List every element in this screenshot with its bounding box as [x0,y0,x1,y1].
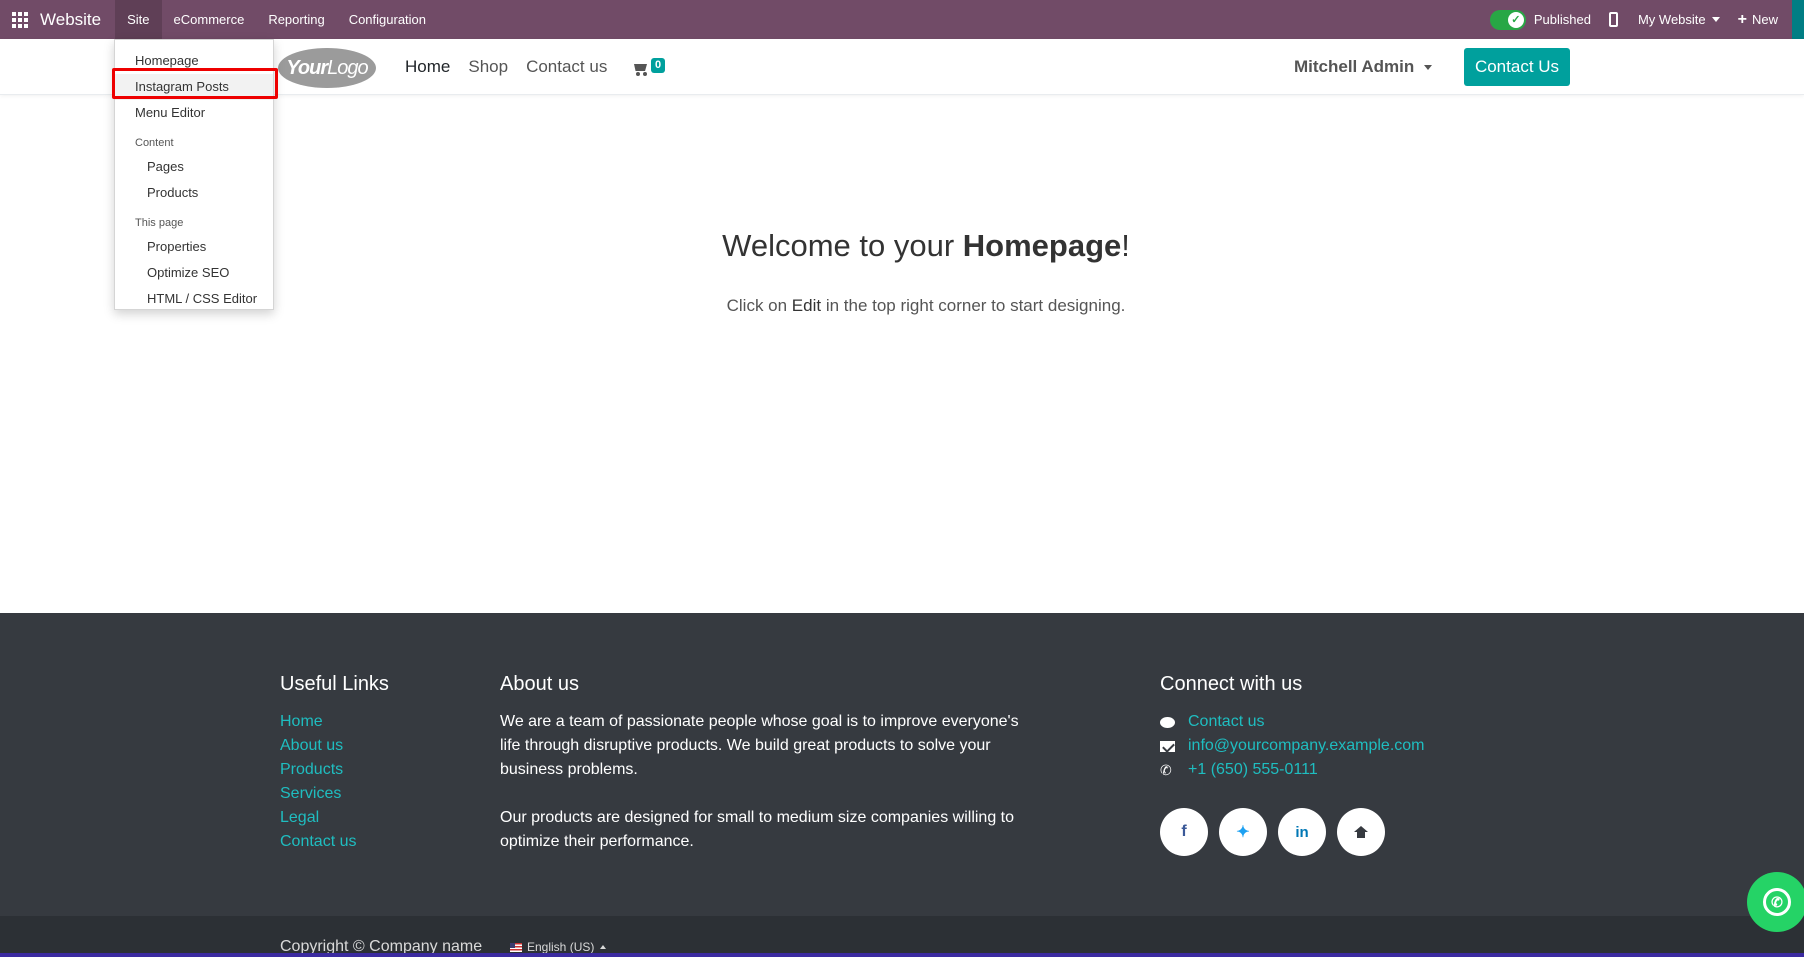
nav-contact-us[interactable]: Contact us [517,57,616,77]
footer-link-home[interactable]: Home [280,710,389,734]
contact-us-button[interactable]: Contact Us [1464,48,1570,86]
about-us-title: About us [500,673,579,695]
dropdown-item-products[interactable]: Products [115,180,273,206]
dropdown-item-instagram-posts[interactable]: Instagram Posts [115,74,273,100]
dropdown-header-this-page: This page [135,217,184,229]
whatsapp-button[interactable]: ✆ [1747,872,1804,932]
chevron-up-icon [600,945,607,949]
footer-link-products[interactable]: Products [280,758,389,782]
envelope-icon [1160,740,1175,752]
menu-site[interactable]: Site [115,0,162,39]
dropdown-item-pages[interactable]: Pages [115,154,273,180]
website-selector[interactable]: My Website [1638,12,1720,27]
app-name[interactable]: Website [40,10,115,30]
dropdown-header-content: Content [135,137,174,149]
footer-link-legal[interactable]: Legal [280,806,389,830]
contact-us-link[interactable]: Contact us [1188,710,1264,734]
nav-shop[interactable]: Shop [459,57,517,77]
new-label: New [1751,12,1778,27]
phone-link[interactable]: +1 (650) 555-0111 [1188,758,1318,782]
bottom-edge [0,953,1804,957]
chevron-down-icon [1424,64,1433,70]
chat-icon [1160,716,1175,728]
connect-title: Connect with us [1160,673,1303,695]
dropdown-item-homepage[interactable]: Homepage [115,48,273,74]
published-label: Published [1533,12,1591,27]
mobile-preview-icon[interactable] [1608,12,1618,27]
menu-reporting[interactable]: Reporting [256,0,336,39]
email-link[interactable]: info@yourcompany.example.com [1188,734,1425,758]
useful-links-title: Useful Links [280,673,389,695]
copyright-bar: Copyright © Company name English (US) [0,916,1804,957]
footer: Useful Links Home About us Products Serv… [0,613,1804,916]
new-button[interactable]: + New [1738,11,1778,29]
contact-row[interactable]: Contact us [1160,710,1425,734]
dropdown-item-menu-editor[interactable]: Menu Editor [115,100,273,126]
odoo-navbar: Website Site eCommerce Reporting Configu… [0,0,1804,39]
site-dropdown-menu: Homepage Instagram Posts Menu Editor Con… [114,39,274,310]
chevron-down-icon [1711,17,1720,22]
dropdown-item-properties[interactable]: Properties [115,234,273,260]
phone-row[interactable]: ✆ +1 (650) 555-0111 [1160,758,1425,782]
about-us-paragraph-2: Our products are designed for small to m… [500,809,1015,850]
footer-link-contact-us[interactable]: Contact us [280,830,389,854]
twitter-icon[interactable]: ✦ [1219,808,1267,856]
dropdown-item-html-css-editor[interactable]: HTML / CSS Editor [115,286,273,312]
cart-icon [632,62,648,76]
menu-configuration[interactable]: Configuration [337,0,438,39]
language-selector[interactable]: English (US) [510,940,607,954]
about-us-section: About us We are a team of passionate peo… [500,673,1020,878]
apps-menu-icon[interactable] [0,0,40,39]
user-name: Mitchell Admin [1294,57,1415,76]
about-us-paragraph-1: We are a team of passionate people whose… [500,713,1019,778]
cart-link[interactable]: 0 [632,58,666,76]
useful-links-section: Useful Links Home About us Products Serv… [280,673,389,854]
nav-home[interactable]: Home [396,57,459,77]
home-icon[interactable] [1337,808,1385,856]
social-links: f ✦ in [1160,808,1425,856]
email-row[interactable]: info@yourcompany.example.com [1160,734,1425,758]
footer-link-services[interactable]: Services [280,782,389,806]
phone-icon: ✆ [1160,762,1172,778]
facebook-icon[interactable]: f [1160,808,1208,856]
footer-link-about-us[interactable]: About us [280,734,389,758]
edit-panel-edge[interactable] [1792,0,1804,39]
dropdown-item-optimize-seo[interactable]: Optimize SEO [115,260,273,286]
connect-section: Connect with us Contact us info@yourcomp… [1160,673,1425,856]
website-selector-label: My Website [1637,12,1706,27]
linkedin-icon[interactable]: in [1278,808,1326,856]
us-flag-icon [510,942,522,952]
language-label: English (US) [527,940,595,954]
plus-icon: + [1737,10,1747,28]
check-icon: ✓ [1507,11,1524,28]
user-menu[interactable]: Mitchell Admin [1294,39,1433,95]
menu-ecommerce[interactable]: eCommerce [162,0,257,39]
whatsapp-icon: ✆ [1763,888,1791,916]
published-toggle[interactable]: ✓ [1489,9,1526,30]
cart-count-badge: 0 [651,58,666,73]
company-logo[interactable]: Your Logo [278,48,376,88]
